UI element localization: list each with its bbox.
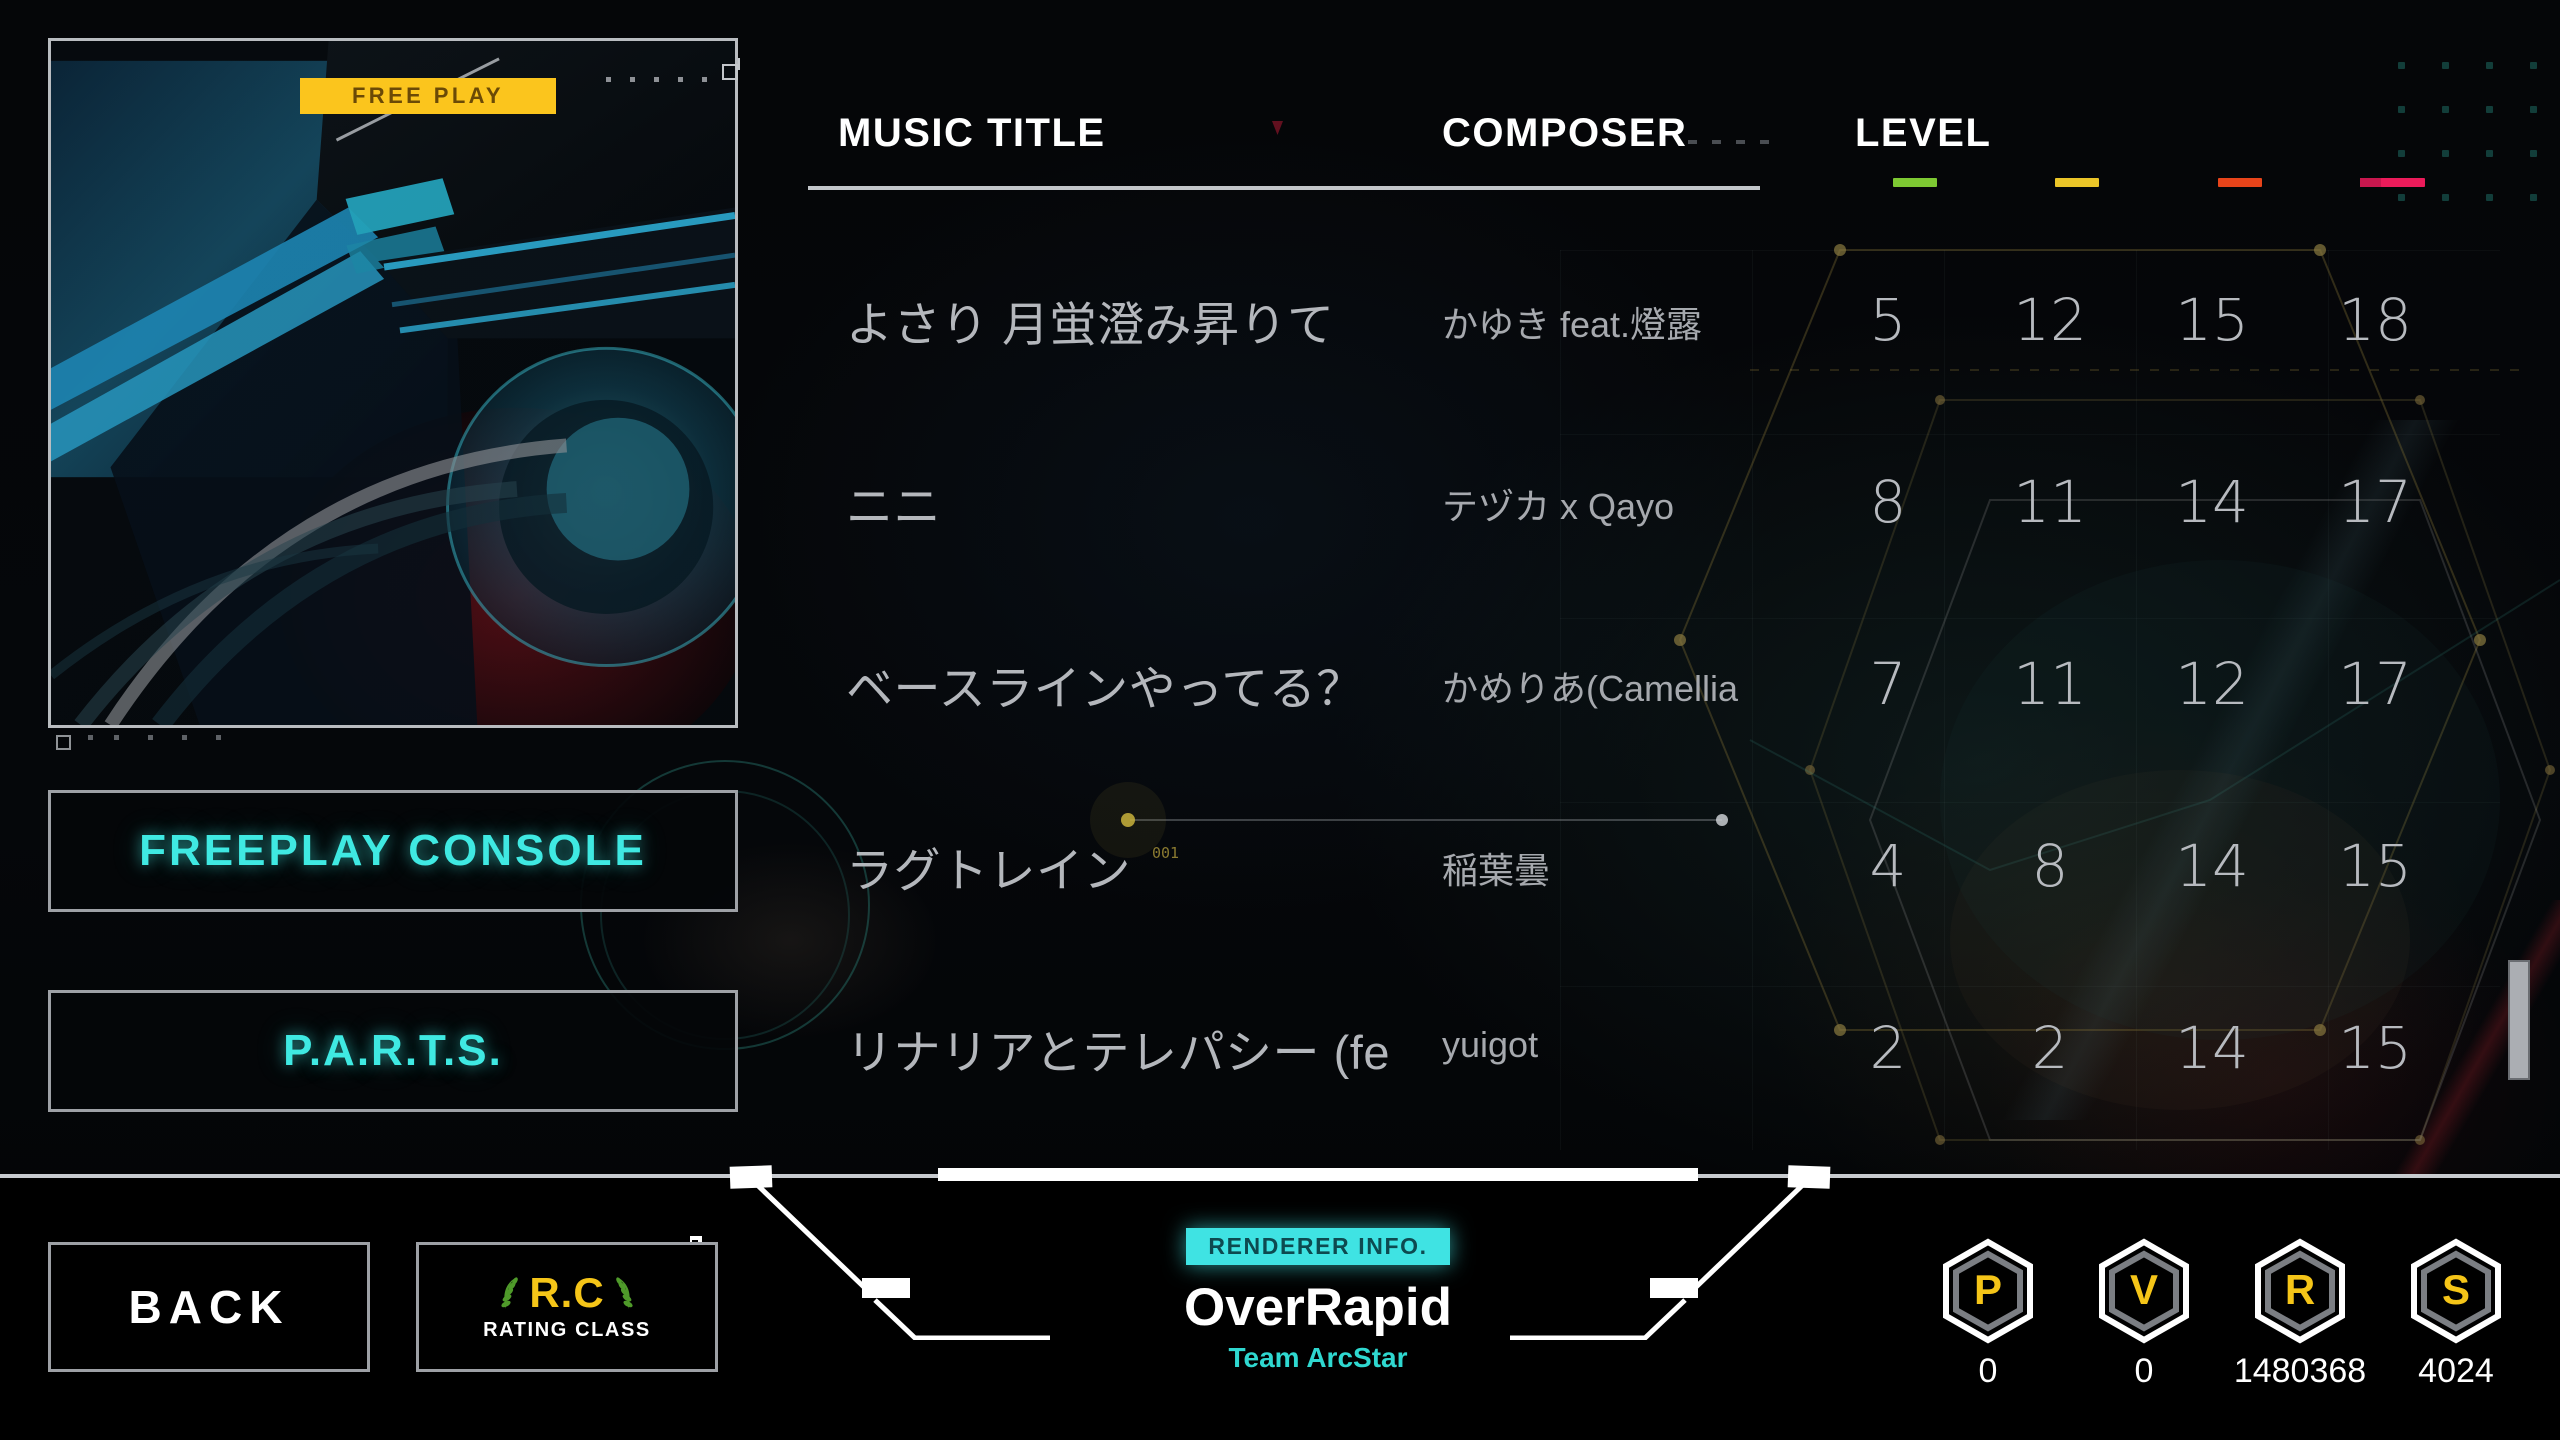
song-row[interactable]: ベースラインやってる？ かめりあ(Camellia 7 11 12 17	[0, 604, 2560, 784]
hexagon-badge-icon: S	[2408, 1238, 2504, 1344]
song-title: リナリアとテレパシー (fe	[846, 1026, 1390, 1079]
song-row[interactable]: よさり 月蛍澄み昇りて かゆき feat.燈露 5 12 15 18	[0, 240, 2560, 420]
song-level-2: 15	[2175, 286, 2249, 354]
difficulty-color-bars	[1855, 178, 2425, 188]
song-composer: かゆき feat.燈露	[1442, 304, 1703, 345]
song-row[interactable]: ニニ テヅカ x Qayo 8 11 14 17	[0, 422, 2560, 602]
song-level-0: 5	[1869, 286, 1907, 354]
header-marker-icon	[1272, 121, 1283, 135]
list-scrollbar[interactable]	[2508, 960, 2530, 1080]
song-row[interactable]: ラグトレイン 稲葉曇 4 8 14 15	[0, 786, 2560, 966]
stat-value: 1480368	[2233, 1352, 2367, 1390]
song-level-3: 17	[2338, 468, 2412, 536]
hexagon-badge-icon: V	[2096, 1238, 2192, 1344]
rating-class-button[interactable]: R.C RATING CLASS	[416, 1242, 718, 1372]
stat-letter: V	[2129, 1266, 2158, 1313]
renderer-info-badge: RENDERER INFO.	[1186, 1228, 1450, 1265]
stat-value: 0	[1978, 1352, 1998, 1390]
difficulty-bar-1	[2055, 178, 2099, 187]
song-composer: かめりあ(Camellia	[1442, 668, 1739, 709]
song-level-1: 8	[2031, 832, 2069, 900]
corner-tail-decoration	[738, 58, 740, 70]
renderer-info: RENDERER INFO. OverRapid Team ArcStar	[1108, 1228, 1528, 1374]
rating-class-initials: R.C	[529, 1269, 605, 1316]
stat-r: R 1480368	[2234, 1238, 2366, 1391]
rating-class-emblem: R.C	[499, 1272, 634, 1314]
stat-letter: R	[2284, 1266, 2316, 1313]
column-header-level: LEVEL	[1855, 111, 1992, 155]
difficulty-bar-0	[1893, 178, 1937, 187]
corner-square-bottom-icon	[56, 735, 71, 750]
free-play-badge: FREE PLAY	[300, 78, 556, 114]
song-row[interactable]: リナリアとテレパシー (fe yuigot 2 2 14 15	[0, 968, 2560, 1148]
difficulty-bar-2	[2218, 178, 2262, 187]
song-composer: yuigot	[1442, 1024, 1539, 1065]
laurel-right-icon	[615, 1277, 633, 1309]
renderer-name: OverRapid	[1183, 1278, 1453, 1337]
song-level-2: 14	[2175, 1014, 2249, 1082]
song-level-2: 14	[2175, 468, 2249, 536]
song-title: よさり 月蛍澄み昇りて	[846, 298, 1335, 351]
back-button[interactable]: BACK	[48, 1242, 370, 1372]
hexagon-badge-icon: R	[2252, 1238, 2348, 1344]
song-level-0: 8	[1869, 468, 1907, 536]
corner-square-icon	[722, 64, 738, 80]
stat-s: S 4024	[2396, 1238, 2516, 1391]
difficulty-bar-3	[2381, 178, 2425, 187]
corner-dots-decoration	[606, 72, 726, 88]
song-level-0: 7	[1869, 650, 1907, 718]
game-screen: 001 FREE PLAY FREEPLAY CONSOLE P.A.R.T.S…	[0, 0, 2560, 1440]
song-level-3: 18	[2338, 286, 2412, 354]
song-title: ベースラインやってる？	[846, 662, 1364, 715]
bottom-dots-decoration	[88, 732, 238, 744]
column-header-title: MUSIC TITLE	[838, 111, 1106, 155]
song-level-1: 12	[2013, 286, 2087, 354]
song-level-1: 2	[2031, 1014, 2069, 1082]
stat-letter: P	[1973, 1266, 2002, 1313]
song-level-3: 15	[2338, 1014, 2412, 1082]
hexagon-badge-icon: P	[1940, 1238, 2036, 1344]
player-stats: P 0 V 0 R 1480368 S 4024	[1928, 1238, 2516, 1391]
stat-letter: S	[2441, 1266, 2470, 1313]
header-divider	[808, 186, 1760, 190]
back-label: BACK	[128, 1281, 290, 1333]
song-level-3: 17	[2338, 650, 2412, 718]
song-level-1: 11	[2013, 468, 2087, 536]
laurel-left-icon	[501, 1277, 519, 1309]
song-level-2: 14	[2175, 832, 2249, 900]
stat-v: V0	[2084, 1238, 2204, 1391]
stat-value: 0	[2134, 1352, 2154, 1390]
song-level-2: 12	[2175, 650, 2249, 718]
stat-value: 4024	[2418, 1352, 2494, 1390]
song-title: ラグトレイン	[846, 844, 1131, 897]
song-composer: 稲葉曇	[1442, 850, 1551, 891]
song-level-3: 15	[2338, 832, 2412, 900]
song-list[interactable]: よさり 月蛍澄み昇りて かゆき feat.燈露 5 12 15 18 ニニ テヅカ x Qay…	[0, 240, 2560, 1170]
rating-class-caption: RATING CLASS	[483, 1319, 651, 1341]
renderer-team: Team ArcStar	[1228, 1342, 1408, 1373]
song-title: ニニ	[846, 480, 941, 533]
song-composer: テヅカ x Qayo	[1442, 486, 1675, 527]
song-level-0: 4	[1869, 832, 1907, 900]
song-level-0: 2	[1869, 1014, 1907, 1082]
stat-p: P0	[1928, 1238, 2048, 1391]
header-dots-decoration	[1688, 137, 1770, 147]
song-level-1: 11	[2013, 650, 2087, 718]
column-header-composer: COMPOSER	[1442, 111, 1688, 155]
